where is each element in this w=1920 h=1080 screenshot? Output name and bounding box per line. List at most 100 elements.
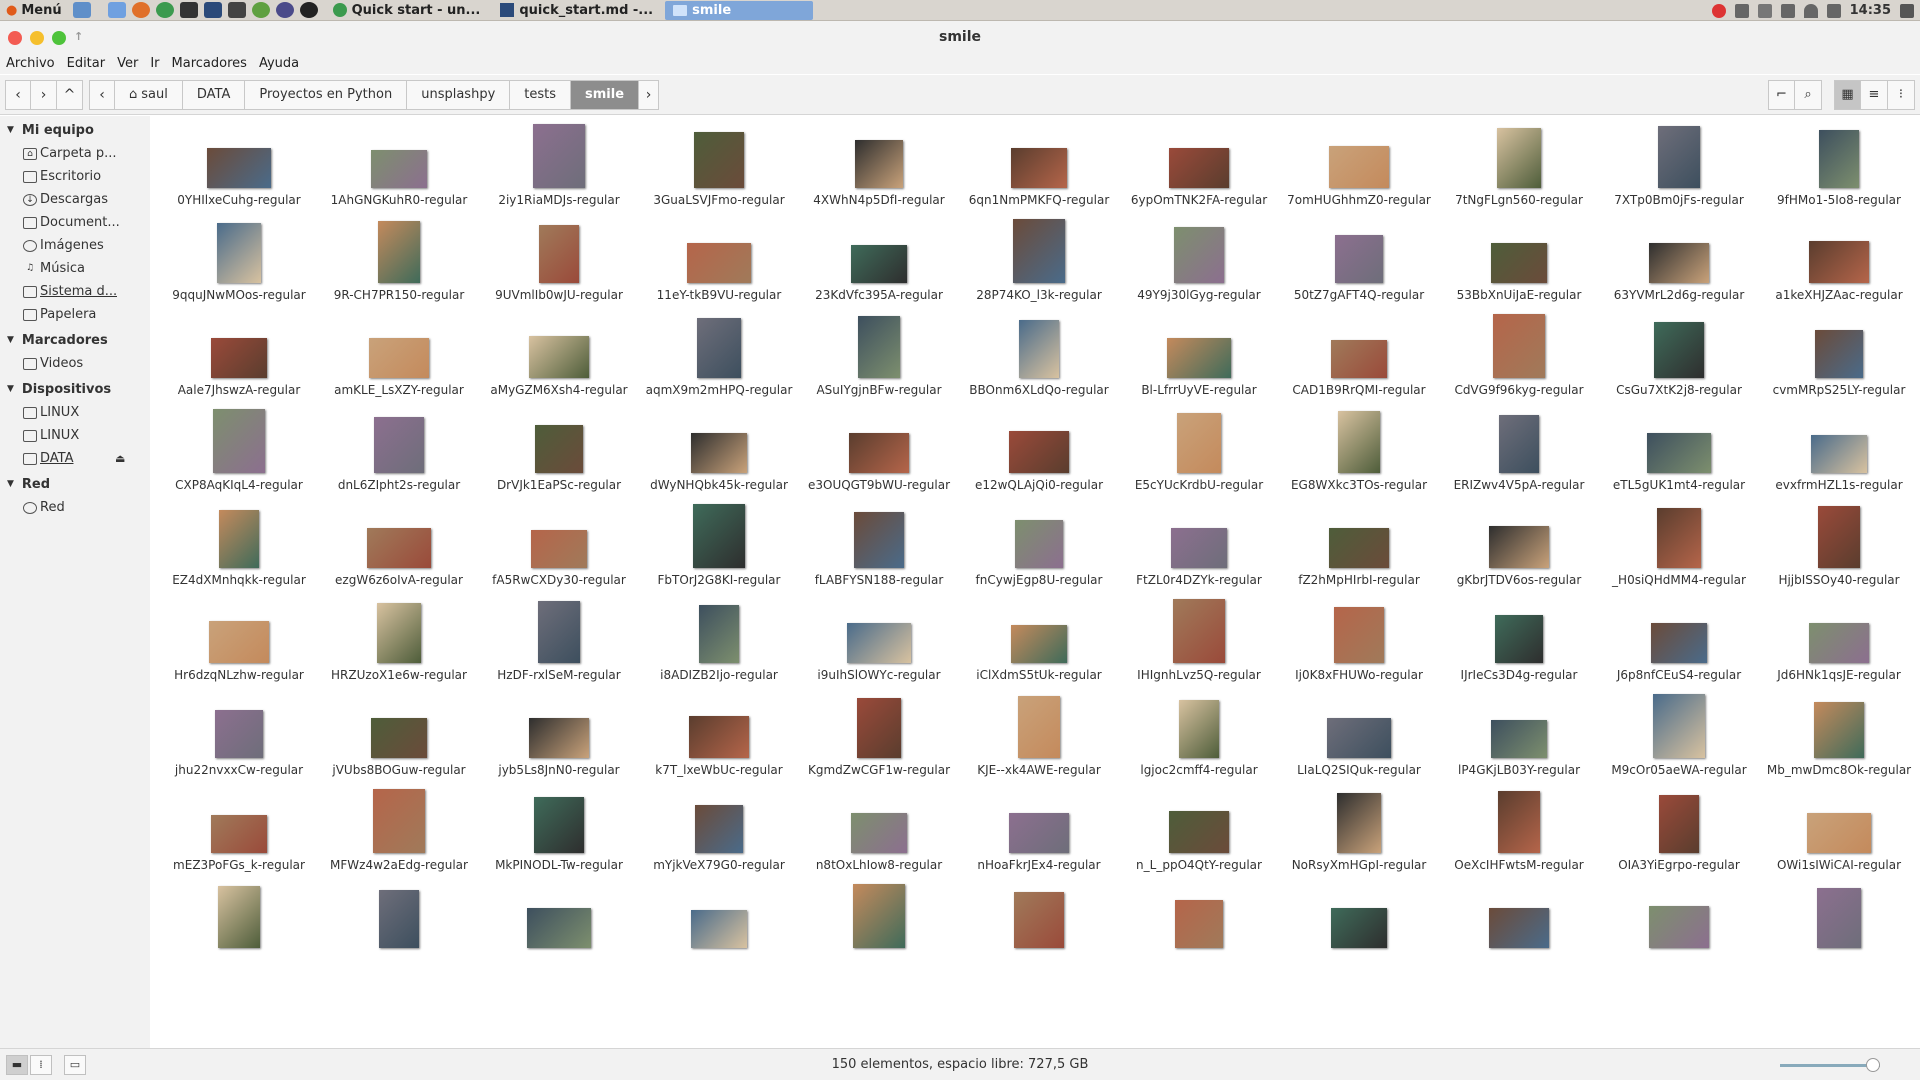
- back-button[interactable]: ‹: [5, 79, 31, 110]
- file-tile[interactable]: gKbrJTDV6os-regular: [1439, 502, 1599, 594]
- breadcrumb-scroll-right-button[interactable]: ›: [639, 79, 660, 110]
- file-tile[interactable]: KJE--xk4AWE-regular: [959, 692, 1119, 784]
- sidebar-item-linux-2[interactable]: LINUX: [0, 424, 150, 447]
- file-tile[interactable]: ezgW6z6oIvA-regular: [319, 502, 479, 594]
- icon-view-button[interactable]: ▦: [1834, 79, 1861, 110]
- taskbar-item-browser[interactable]: Quick start - un...: [325, 1, 489, 20]
- taskbar-item-files[interactable]: smile: [665, 0, 814, 20]
- file-tile[interactable]: n8tOxLhIow8-regular: [799, 787, 959, 879]
- file-tile[interactable]: fA5RwCXDy30-regular: [479, 502, 639, 594]
- file-tile[interactable]: aqmX9m2mHPQ-regular: [639, 312, 799, 404]
- file-tile[interactable]: DrVJk1EaPSc-regular: [479, 407, 639, 499]
- file-tile[interactable]: 1AhGNGKuhR0-regular: [319, 122, 479, 214]
- zoom-slider-handle[interactable]: [1866, 1058, 1880, 1072]
- taskbar-item-editor[interactable]: quick_start.md -...: [492, 1, 661, 20]
- file-manager-icon[interactable]: [107, 2, 126, 18]
- file-tile[interactable]: k7T_lxeWbUc-regular: [639, 692, 799, 784]
- bluetooth-icon[interactable]: [1734, 3, 1749, 18]
- sidebar-section-mi-equipo[interactable]: ▼ Mi equipo: [0, 118, 150, 142]
- file-tile[interactable]: a1keXHJZAac-regular: [1759, 217, 1919, 309]
- file-tile[interactable]: 9R-CH7PR150-regular: [319, 217, 479, 309]
- file-tile[interactable]: FbTOrJ2G8KI-regular: [639, 502, 799, 594]
- file-tile[interactable]: 7tNgFLgn560-regular: [1439, 122, 1599, 214]
- file-tile[interactable]: lP4GKjLB03Y-regular: [1439, 692, 1599, 784]
- file-tile[interactable]: CAD1B9RrQMI-regular: [1279, 312, 1439, 404]
- file-tile[interactable]: EZ4dXMnhqkk-regular: [159, 502, 319, 594]
- location-toggle-button[interactable]: ⌐: [1768, 79, 1795, 110]
- file-tile[interactable]: [639, 882, 799, 974]
- file-tile[interactable]: OeXcIHFwtsM-regular: [1439, 787, 1599, 879]
- file-tile[interactable]: lgjoc2cmff4-regular: [1119, 692, 1279, 784]
- file-tile[interactable]: 28P74KO_l3k-regular: [959, 217, 1119, 309]
- drive-icon[interactable]: [1757, 3, 1772, 18]
- file-tile[interactable]: IHIgnhLvz5Q-regular: [1119, 597, 1279, 689]
- sidebar-section-marcadores[interactable]: ▼ Marcadores: [0, 328, 150, 352]
- volume-icon[interactable]: [1900, 3, 1914, 18]
- file-tile[interactable]: [1599, 882, 1759, 974]
- file-tile[interactable]: e12wQLAjQi0-regular: [959, 407, 1119, 499]
- file-tile[interactable]: OWi1sIWiCAI-regular: [1759, 787, 1919, 879]
- network-icon[interactable]: [1826, 3, 1841, 18]
- file-tile[interactable]: ASuIYgjnBFw-regular: [799, 312, 959, 404]
- file-tile[interactable]: HRZUzoX1e6w-regular: [319, 597, 479, 689]
- file-tile[interactable]: fLABFYSN188-regular: [799, 502, 959, 594]
- sidebar-item-escritorio[interactable]: Escritorio: [0, 165, 150, 188]
- file-tile[interactable]: _H0siQHdMM4-regular: [1599, 502, 1759, 594]
- file-tile[interactable]: [319, 882, 479, 974]
- up-button[interactable]: ^: [57, 79, 83, 110]
- file-tile[interactable]: CsGu7XtK2j8-regular: [1599, 312, 1759, 404]
- file-tile[interactable]: dnL6ZIpht2s-regular: [319, 407, 479, 499]
- file-tile[interactable]: jhu22nvxxCw-regular: [159, 692, 319, 784]
- maximize-button[interactable]: [52, 31, 66, 45]
- battery-icon[interactable]: [1780, 3, 1795, 18]
- compact-view-button[interactable]: ⁝: [1888, 79, 1915, 110]
- file-tile[interactable]: 6ypOmTNK2FA-regular: [1119, 122, 1279, 214]
- file-tile[interactable]: jVUbs8BOGuw-regular: [319, 692, 479, 784]
- file-tile[interactable]: Mb_mwDmc8Ok-regular: [1759, 692, 1919, 784]
- file-tile[interactable]: evxfrmHZL1s-regular: [1759, 407, 1919, 499]
- breadcrumb-tests[interactable]: tests: [510, 79, 572, 110]
- file-tile[interactable]: LIaLQ2SIQuk-regular: [1279, 692, 1439, 784]
- file-tile[interactable]: HzDF-rxlSeM-regular: [479, 597, 639, 689]
- pin-icon[interactable]: ↑: [74, 21, 83, 53]
- file-tile[interactable]: 0YHIlxeCuhg-regular: [159, 122, 319, 214]
- file-tile[interactable]: amKLE_LsXZY-regular: [319, 312, 479, 404]
- file-tile[interactable]: e3OUQGT9bWU-regular: [799, 407, 959, 499]
- breadcrumb-unsplashpy[interactable]: unsplashpy: [407, 79, 511, 110]
- file-tile[interactable]: 63YVMrL2d6g-regular: [1599, 217, 1759, 309]
- sidebar-item-musica[interactable]: ♫ Música: [0, 257, 150, 280]
- menu-marcadores[interactable]: Marcadores: [166, 56, 253, 71]
- file-tile[interactable]: MFWz4w2aEdg-regular: [319, 787, 479, 879]
- clock[interactable]: 14:35: [1850, 3, 1891, 18]
- list-view-button[interactable]: ≡: [1861, 79, 1888, 110]
- chrome-icon[interactable]: [155, 2, 174, 18]
- sidebar-section-dispositivos[interactable]: ▼ Dispositivos: [0, 377, 150, 401]
- close-button[interactable]: [8, 31, 22, 45]
- sidebar-item-descargas[interactable]: ↓ Descargas: [0, 188, 150, 211]
- file-grid[interactable]: 0YHIlxeCuhg-regular 1AhGNGKuhR0-regular 2i…: [150, 116, 1920, 1048]
- terminal-icon[interactable]: [179, 2, 198, 18]
- file-tile[interactable]: 9UVmlIb0wJU-regular: [479, 217, 639, 309]
- file-tile[interactable]: OIA3YiEgrpo-regular: [1599, 787, 1759, 879]
- file-tile[interactable]: 49Y9j30lGyg-regular: [1119, 217, 1279, 309]
- show-desktop-icon[interactable]: [72, 2, 91, 18]
- file-tile[interactable]: 6qn1NmPMKFQ-regular: [959, 122, 1119, 214]
- file-tile[interactable]: J6p8nfCEuS4-regular: [1599, 597, 1759, 689]
- file-tile[interactable]: 53BbXnUiJaE-regular: [1439, 217, 1599, 309]
- breadcrumb-proyectos[interactable]: Proyectos en Python: [245, 79, 408, 110]
- file-tile[interactable]: CdVG9f96kyg-regular: [1439, 312, 1599, 404]
- file-tile[interactable]: [1119, 882, 1279, 974]
- file-tile[interactable]: [159, 882, 319, 974]
- breadcrumb-data[interactable]: DATA: [182, 79, 246, 110]
- file-tile[interactable]: [1759, 882, 1919, 974]
- sidebar-item-data[interactable]: DATA ⏏: [0, 447, 150, 470]
- file-tile[interactable]: i9uIhSlOWYc-regular: [799, 597, 959, 689]
- start-menu-button[interactable]: ● Menú: [0, 3, 70, 18]
- file-tile[interactable]: E5cYUcKrdbU-regular: [1119, 407, 1279, 499]
- file-tile[interactable]: 3GuaLSVJFmo-regular: [639, 122, 799, 214]
- file-tile[interactable]: KgmdZwCGF1w-regular: [799, 692, 959, 784]
- editor-icon[interactable]: [203, 2, 222, 18]
- file-tile[interactable]: 50tZ7gAFT4Q-regular: [1279, 217, 1439, 309]
- file-tile[interactable]: CXP8AqKIqL4-regular: [159, 407, 319, 499]
- file-tile[interactable]: 9fHMo1-5Io8-regular: [1759, 122, 1919, 214]
